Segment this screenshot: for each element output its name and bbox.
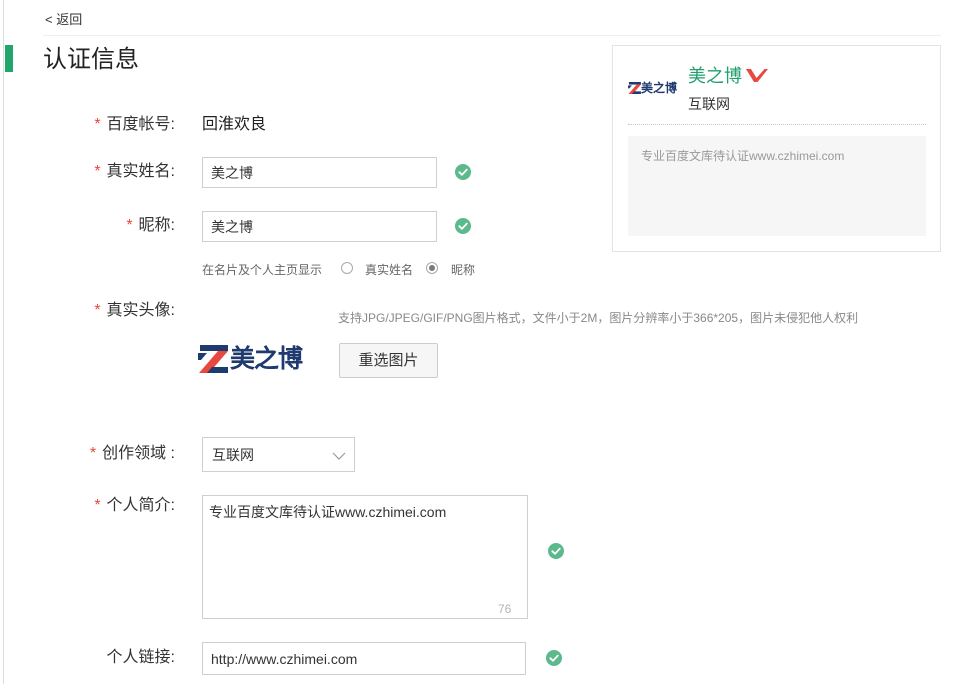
nickname-label-text: 昵称: [138, 217, 175, 234]
display-real-name-label[interactable]: 真实姓名 [365, 262, 413, 278]
avatar-logo-text: 美之博 [230, 345, 303, 373]
required-mark: * [94, 302, 101, 319]
preview-category: 互联网 [688, 96, 730, 112]
nickname-label: * 昵称: [0, 214, 175, 238]
display-choice-label: 在名片及个人主页显示 [202, 263, 323, 277]
required-mark: * [94, 163, 101, 180]
field-select[interactable]: 互联网 [202, 437, 355, 472]
preview-divider [628, 124, 926, 125]
account-value: 回淮欢良 [202, 116, 267, 133]
preview-name: 美之博 [688, 66, 742, 86]
display-nickname-radio[interactable] [426, 262, 438, 274]
preview-logo-text: 美之博 [641, 81, 678, 95]
brand-z-logo-icon [198, 345, 228, 373]
intro-valid-icon [548, 543, 564, 559]
avatar-label-text: 真实头像: [106, 302, 175, 319]
link-label-text: 个人链接: [106, 649, 175, 666]
chevron-down-icon [332, 452, 346, 460]
preview-intro-box: 专业百度文库待认证www.czhimei.com [628, 136, 926, 236]
link-label: 个人链接: [0, 646, 175, 670]
avatar-hint: 支持JPG/JPEG/GIF/PNG图片格式，文件小于2M，图片分辨率小于366… [338, 311, 859, 325]
link-input[interactable] [202, 642, 526, 675]
required-mark: * [89, 445, 97, 462]
brand-z-logo-icon [628, 82, 641, 94]
preview-intro-text: 专业百度文库待认证www.czhimei.com [641, 149, 845, 163]
reselect-image-button[interactable]: 重选图片 [339, 343, 438, 378]
account-label-text: 百度帐号: [106, 116, 175, 133]
real-name-input[interactable] [202, 157, 437, 188]
avatar-label: * 真实头像: [0, 299, 175, 323]
required-mark: * [126, 217, 133, 234]
intro-label-text: 个人简介: [106, 497, 175, 514]
required-mark: * [94, 497, 101, 514]
nickname-valid-icon [455, 218, 471, 234]
intro-char-counter: 76 [498, 602, 512, 616]
left-border [3, 0, 4, 684]
account-label: * 百度帐号: [0, 113, 175, 137]
real-name-label: * 真实姓名: [0, 160, 175, 184]
field-label-text: 创作领域 : [102, 445, 175, 462]
field-select-value: 互联网 [212, 447, 254, 463]
display-real-name-radio[interactable] [341, 262, 353, 274]
page-title: 认证信息 [43, 46, 139, 73]
back-link[interactable]: < 返回 [45, 11, 82, 29]
title-accent-bar [5, 45, 13, 72]
preview-logo: 美之博 [628, 81, 678, 95]
required-mark: * [94, 116, 101, 133]
real-name-valid-icon [455, 164, 471, 180]
display-nickname-label[interactable]: 昵称 [451, 262, 475, 278]
field-label: * 创作领域 : [0, 442, 175, 466]
header-divider [43, 35, 941, 36]
real-name-label-text: 真实姓名: [106, 163, 175, 180]
avatar-image: 美之博 [198, 343, 312, 375]
intro-textarea[interactable]: 专业百度文库待认证www.czhimei.com [202, 495, 528, 619]
nickname-input[interactable] [202, 211, 437, 242]
intro-label: * 个人简介: [0, 494, 175, 518]
page: < 返回 认证信息 * 百度帐号: 回淮欢良 * 真实姓名: * 昵称: 在名片及个人… [0, 0, 978, 684]
verified-v-icon [746, 69, 768, 82]
link-valid-icon [546, 650, 562, 666]
preview-card: 美之博 美之博 互联网 专业百度文库待认证www.czhimei.com [612, 45, 941, 252]
